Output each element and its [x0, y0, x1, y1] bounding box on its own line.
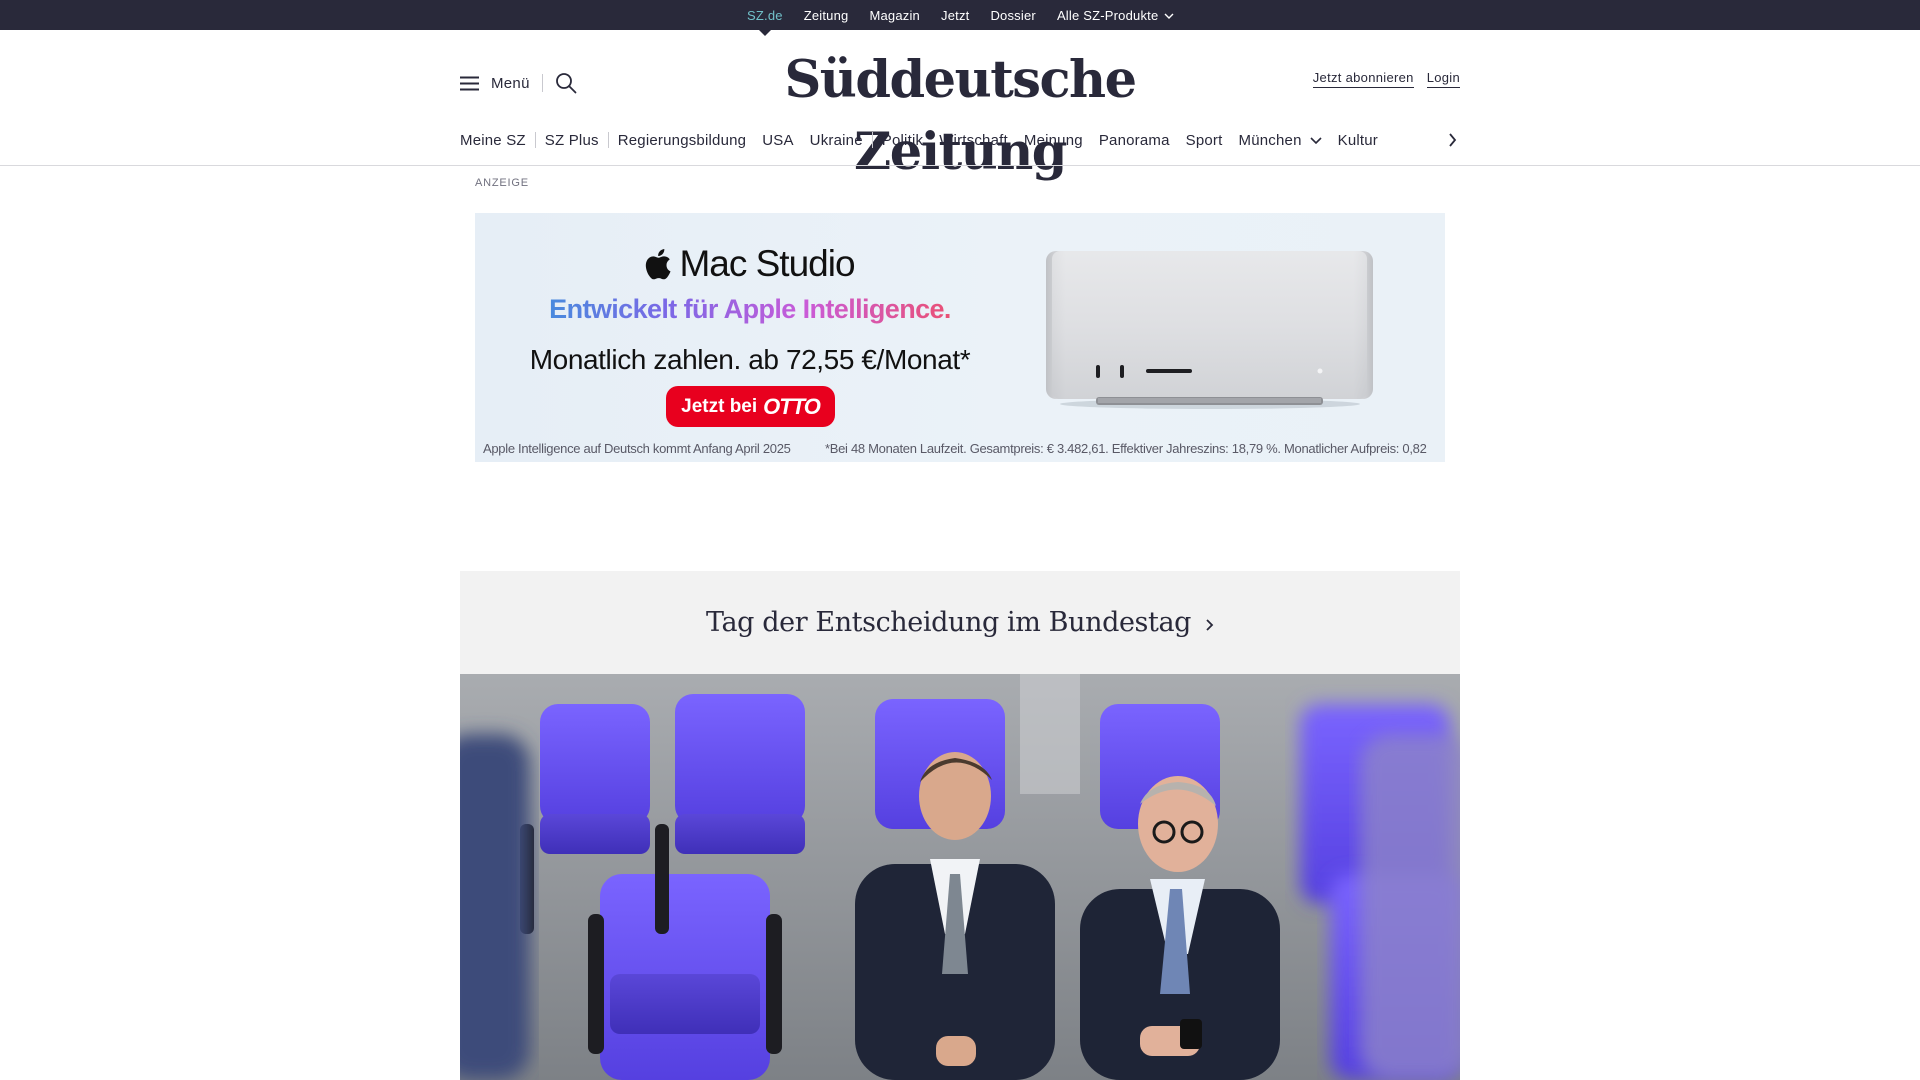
subscribe-link[interactable]: Jetzt abonnieren: [1312, 70, 1414, 88]
site-logo[interactable]: Süddeutsche Zeitung: [700, 44, 1220, 188]
search-icon: [555, 73, 577, 94]
chevron-right-icon: [1206, 618, 1214, 631]
ad-brand-text: Mac Studio: [679, 243, 855, 284]
ad-cta-button[interactable]: Jetzt bei OTTO: [666, 386, 835, 427]
top-link-dossier[interactable]: Dossier: [990, 8, 1035, 23]
ad-banner[interactable]: Mac Studio Entwickelt für Apple Intellig…: [475, 213, 1445, 462]
menu-label: Menü: [491, 74, 530, 92]
ad-tagline: Entwickelt für Apple Intelligence.: [475, 294, 1025, 325]
nav-separator: [871, 132, 873, 148]
ad-price: Monatlich zahlen. ab 72,55 €/Monat*: [529, 344, 971, 375]
top-bar: SZ.de Zeitung Magazin Jetzt Dossier Alle…: [0, 0, 1920, 36]
nav-item-wirtschaft[interactable]: Wirtschaft: [939, 132, 1008, 149]
nav-item-muenchen[interactable]: München: [1239, 132, 1322, 149]
nav-separator: [607, 132, 609, 148]
top-link-magazin[interactable]: Magazin: [869, 8, 920, 23]
main-navigation: Meine SZ SZ Plus Regierungsbildung USA U…: [460, 126, 1460, 154]
hero-image[interactable]: [460, 674, 1460, 1080]
nav-scroll-next-button[interactable]: [1447, 129, 1459, 156]
nav-item-sport[interactable]: Sport: [1186, 132, 1223, 149]
header-divider: [541, 74, 543, 92]
nav-item-ukraine[interactable]: Ukraine: [810, 132, 863, 149]
nav-divider: [0, 165, 1920, 166]
hamburger-icon: [460, 76, 479, 90]
chevron-down-icon: [1310, 136, 1322, 144]
menu-button[interactable]: Menü: [460, 75, 530, 92]
header-left: Menü: [460, 68, 577, 98]
top-link-alle-sz-produkte-label: Alle SZ-Produkte: [1056, 7, 1159, 23]
nav-item-sz-plus[interactable]: SZ Plus: [545, 132, 599, 149]
topic-headline-bar[interactable]: Tag der Entscheidung im Bundestag: [460, 571, 1460, 674]
apple-logo-icon: [646, 249, 671, 280]
nav-item-meinung[interactable]: Meinung: [1024, 132, 1083, 149]
ad-brand: Mac Studio: [475, 243, 1025, 285]
top-link-sz-de[interactable]: SZ.de: [747, 8, 783, 36]
nav-item-usa[interactable]: USA: [762, 132, 793, 149]
header-right: Jetzt abonnieren Login: [1312, 70, 1460, 88]
search-button[interactable]: [555, 72, 577, 94]
nav-item-politik[interactable]: Politik: [882, 132, 923, 149]
nav-separator: [534, 132, 536, 148]
ad-fine-print-left: Apple Intelligence auf Deutsch kommt Anf…: [483, 441, 791, 456]
ad-label: ANZEIGE: [475, 177, 529, 189]
ad-cta-prefix: Jetzt bei: [681, 395, 758, 417]
top-link-alle-sz-produkte[interactable]: Alle SZ-Produkte: [1057, 8, 1174, 23]
chevron-right-icon: [1449, 133, 1457, 147]
nav-item-regierungsbildung[interactable]: Regierungsbildung: [618, 132, 747, 149]
top-link-jetzt[interactable]: Jetzt: [941, 8, 969, 23]
nav-item-meine-sz[interactable]: Meine SZ: [460, 132, 526, 149]
login-link[interactable]: Login: [1426, 70, 1460, 88]
nav-item-panorama[interactable]: Panorama: [1099, 132, 1170, 149]
nav-item-kultur[interactable]: Kultur: [1338, 132, 1378, 149]
nav-item-muenchen-label: München: [1238, 131, 1302, 149]
mac-studio-product-image: [1046, 251, 1373, 409]
topic-title: Tag der Entscheidung im Bundestag: [705, 607, 1192, 638]
bundestag-photo: [460, 674, 1460, 1080]
top-bar-links: SZ.de Zeitung Magazin Jetzt Dossier Alle…: [747, 0, 1174, 36]
chevron-down-icon: [1164, 13, 1174, 20]
otto-logo: OTTO: [763, 393, 821, 419]
ad-fine-print-right: *Bei 48 Monaten Laufzeit. Gesamtpreis: €…: [825, 441, 1427, 456]
top-link-zeitung[interactable]: Zeitung: [804, 8, 849, 23]
